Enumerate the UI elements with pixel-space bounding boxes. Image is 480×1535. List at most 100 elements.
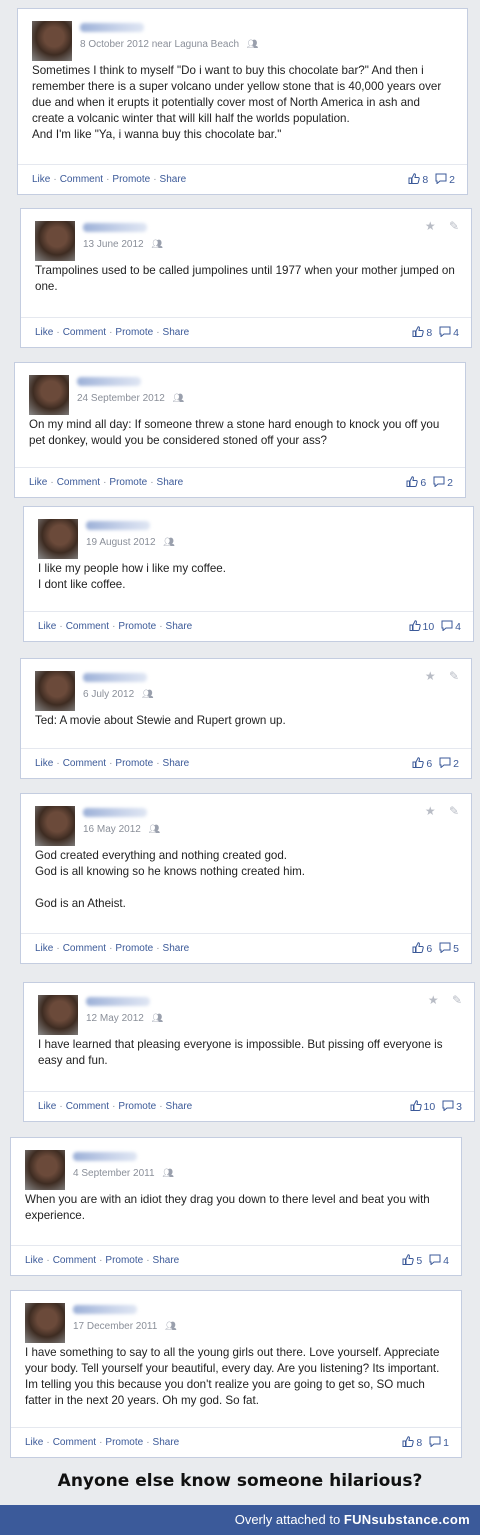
author-name-blurred[interactable] bbox=[73, 1305, 137, 1314]
like-link[interactable]: Like bbox=[25, 1437, 43, 1448]
like-link[interactable]: Like bbox=[35, 943, 53, 954]
share-link[interactable]: Share bbox=[166, 621, 193, 632]
share-link[interactable]: Share bbox=[163, 327, 190, 338]
pencil-icon[interactable]: ✎ bbox=[449, 669, 459, 683]
promote-link[interactable]: Promote bbox=[118, 1101, 156, 1112]
star-icon[interactable]: ★ bbox=[425, 219, 436, 233]
friends-icon[interactable]: 👥︎ bbox=[247, 39, 258, 50]
post-date[interactable]: 12 May 2012 bbox=[86, 1013, 144, 1024]
comment-link[interactable]: Comment bbox=[53, 1255, 96, 1266]
comment-bubble-icon bbox=[442, 1100, 454, 1112]
post-date[interactable]: 13 June 2012 bbox=[83, 239, 144, 250]
author-name-blurred[interactable] bbox=[73, 1152, 137, 1161]
avatar[interactable] bbox=[35, 221, 75, 261]
avatar[interactable] bbox=[35, 671, 75, 711]
avatar[interactable] bbox=[35, 806, 75, 846]
author-name-blurred[interactable] bbox=[83, 673, 147, 682]
like-link[interactable]: Like bbox=[25, 1255, 43, 1266]
post-date[interactable]: 19 August 2012 bbox=[86, 537, 156, 548]
post-text: On my mind all day: If someone threw a s… bbox=[29, 418, 440, 447]
comment-link[interactable]: Comment bbox=[63, 327, 106, 338]
comment-link[interactable]: Comment bbox=[66, 1101, 109, 1112]
friends-icon[interactable]: 👥︎ bbox=[163, 537, 174, 548]
author-name-blurred[interactable] bbox=[86, 521, 150, 530]
friends-icon[interactable]: 👥︎ bbox=[152, 1013, 163, 1024]
author-name-blurred[interactable] bbox=[83, 808, 147, 817]
post-date[interactable]: 24 September 2012 bbox=[77, 393, 165, 404]
promote-link[interactable]: Promote bbox=[115, 943, 153, 954]
star-icon[interactable]: ★ bbox=[425, 669, 436, 683]
post-body: Ted: A movie about Stewie and Rupert gro… bbox=[21, 713, 471, 729]
avatar[interactable] bbox=[29, 375, 69, 415]
promote-link[interactable]: Promote bbox=[115, 758, 153, 769]
friends-icon[interactable]: 👥︎ bbox=[149, 824, 160, 835]
comment-link[interactable]: Comment bbox=[57, 477, 100, 488]
share-link[interactable]: Share bbox=[166, 1101, 193, 1112]
promote-link[interactable]: Promote bbox=[105, 1437, 143, 1448]
share-link[interactable]: Share bbox=[153, 1255, 180, 1266]
feed-post: 16 May 2012 👥︎ ★ ✎ God created everythin… bbox=[20, 793, 472, 964]
promote-link[interactable]: Promote bbox=[118, 621, 156, 632]
post-actions: Like · Comment · Promote · Share bbox=[29, 477, 184, 488]
post-date[interactable]: 17 December 2011 bbox=[73, 1321, 157, 1332]
share-link[interactable]: Share bbox=[157, 477, 184, 488]
like-link[interactable]: Like bbox=[32, 174, 50, 185]
comment-count: 2 bbox=[453, 758, 459, 770]
post-counts[interactable]: 6 2 bbox=[412, 757, 459, 770]
promote-link[interactable]: Promote bbox=[105, 1255, 143, 1266]
post-counts[interactable]: 10 4 bbox=[409, 620, 461, 633]
share-link[interactable]: Share bbox=[163, 943, 190, 954]
like-link[interactable]: Like bbox=[38, 1101, 56, 1112]
avatar[interactable] bbox=[25, 1303, 65, 1343]
friends-icon[interactable]: 👥︎ bbox=[173, 393, 184, 404]
post-counts[interactable]: 5 4 bbox=[402, 1254, 449, 1267]
star-icon[interactable]: ★ bbox=[428, 993, 439, 1007]
author-name-blurred[interactable] bbox=[77, 377, 141, 386]
share-link[interactable]: Share bbox=[163, 758, 190, 769]
like-link[interactable]: Like bbox=[35, 758, 53, 769]
avatar[interactable] bbox=[38, 995, 78, 1035]
post-counts[interactable]: 6 2 bbox=[406, 476, 453, 489]
promote-link[interactable]: Promote bbox=[112, 174, 150, 185]
post-counts[interactable]: 8 2 bbox=[408, 173, 455, 186]
post-counts[interactable]: 8 4 bbox=[412, 326, 459, 339]
post-date[interactable]: 4 September 2011 bbox=[73, 1168, 155, 1179]
post-body: I have learned that pleasing everyone is… bbox=[24, 1037, 474, 1069]
author-name-blurred[interactable] bbox=[80, 23, 144, 32]
pencil-icon[interactable]: ✎ bbox=[449, 219, 459, 233]
like-link[interactable]: Like bbox=[29, 477, 47, 488]
star-icon[interactable]: ★ bbox=[425, 804, 436, 818]
author-name-blurred[interactable] bbox=[83, 223, 147, 232]
comment-link[interactable]: Comment bbox=[66, 621, 109, 632]
pencil-icon[interactable]: ✎ bbox=[449, 804, 459, 818]
post-date[interactable]: 16 May 2012 bbox=[83, 824, 141, 835]
comment-bubble-icon bbox=[429, 1254, 441, 1266]
comment-link[interactable]: Comment bbox=[63, 758, 106, 769]
friends-icon[interactable]: 👥︎ bbox=[162, 1168, 173, 1179]
post-counts[interactable]: 6 5 bbox=[412, 942, 459, 955]
attribution[interactable]: Overly attached to FUNsubstance.com bbox=[235, 1512, 470, 1527]
avatar[interactable] bbox=[25, 1150, 65, 1190]
like-link[interactable]: Like bbox=[38, 621, 56, 632]
comment-link[interactable]: Comment bbox=[60, 174, 103, 185]
promote-link[interactable]: Promote bbox=[109, 477, 147, 488]
feed-post: 12 May 2012 👥︎ ★ ✎ I have learned that p… bbox=[23, 982, 475, 1122]
friends-icon[interactable]: 👥︎ bbox=[151, 239, 162, 250]
comment-link[interactable]: Comment bbox=[63, 943, 106, 954]
share-link[interactable]: Share bbox=[153, 1437, 180, 1448]
friends-icon[interactable]: 👥︎ bbox=[142, 689, 153, 700]
author-name-blurred[interactable] bbox=[86, 997, 150, 1006]
post-date[interactable]: 8 October 2012 near Laguna Beach bbox=[80, 39, 239, 50]
pencil-icon[interactable]: ✎ bbox=[452, 993, 462, 1007]
comment-link[interactable]: Comment bbox=[53, 1437, 96, 1448]
post-meta: 13 June 2012 👥︎ bbox=[83, 239, 163, 250]
like-link[interactable]: Like bbox=[35, 327, 53, 338]
share-link[interactable]: Share bbox=[160, 174, 187, 185]
friends-icon[interactable]: 👥︎ bbox=[165, 1321, 176, 1332]
avatar[interactable] bbox=[38, 519, 78, 559]
post-counts[interactable]: 10 3 bbox=[410, 1100, 462, 1113]
post-date[interactable]: 6 July 2012 bbox=[83, 689, 134, 700]
post-counts[interactable]: 8 1 bbox=[402, 1436, 449, 1449]
avatar[interactable] bbox=[32, 21, 72, 61]
promote-link[interactable]: Promote bbox=[115, 327, 153, 338]
